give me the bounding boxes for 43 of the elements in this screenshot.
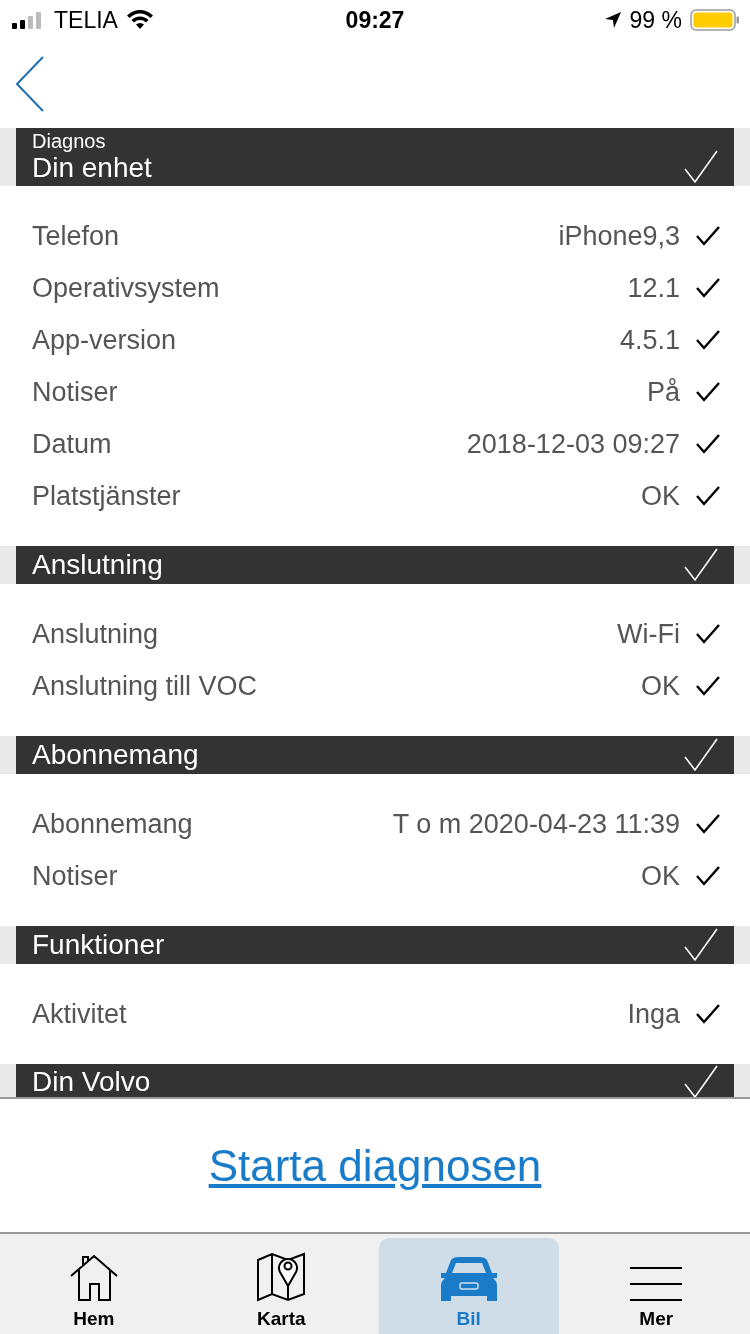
car-icon <box>438 1256 499 1302</box>
row-label: Operativsystem <box>32 272 221 304</box>
row-value: På <box>646 376 680 408</box>
row-value: OK <box>641 670 680 702</box>
battery-percent: 99 % <box>629 6 682 34</box>
row-label: App-version <box>32 324 178 356</box>
page-title: Diagnos <box>32 130 107 152</box>
row-value: T o m 2020-04-23 11:39 <box>392 808 680 840</box>
row-value: iPhone9,3 <box>558 220 680 252</box>
back-icon[interactable] <box>15 56 45 112</box>
status-time: 09:27 <box>345 6 405 34</box>
row-label: Telefon <box>32 220 121 252</box>
row-label: Aktivitet <box>32 998 128 1030</box>
wifi-icon <box>125 10 154 30</box>
row-value: OK <box>641 860 680 892</box>
row-value: Inga <box>627 998 680 1030</box>
row-label: Datum <box>32 428 113 460</box>
row-value: 4.5.1 <box>619 324 680 356</box>
location-arrow-icon <box>603 11 622 29</box>
tab[interactable]: Hem <box>4 1238 184 1334</box>
tab[interactable]: Mer <box>566 1238 746 1334</box>
section-title: Funktioner <box>32 929 165 961</box>
section-title: Din enhet <box>32 152 152 184</box>
map-pin-icon <box>256 1252 307 1302</box>
section-title: Abonnemang <box>32 739 199 771</box>
row-label: Notiser <box>32 860 119 892</box>
house-icon <box>68 1254 119 1302</box>
row-label: Anslutning till VOC <box>32 670 259 702</box>
row-value: Wi-Fi <box>617 618 680 650</box>
carrier-name: TELIA <box>54 6 118 34</box>
row-label: Platstjänster <box>32 480 182 512</box>
row-label: Notiser <box>32 376 119 408</box>
section-title: Anslutning <box>32 549 163 581</box>
row-label: Abonnemang <box>32 808 194 840</box>
menu-icon <box>629 1266 684 1302</box>
row-value: 2018-12-03 09:27 <box>466 428 680 460</box>
row-label: Anslutning <box>32 618 160 650</box>
section-title: Din Volvo <box>32 1065 151 1097</box>
row-value: 12.1 <box>627 272 680 304</box>
start-diagnosis-link[interactable]: Starta diagnosen <box>208 1140 542 1191</box>
tab[interactable]: Karta <box>191 1238 371 1334</box>
row-value: OK <box>641 480 680 512</box>
battery-icon <box>690 9 740 31</box>
